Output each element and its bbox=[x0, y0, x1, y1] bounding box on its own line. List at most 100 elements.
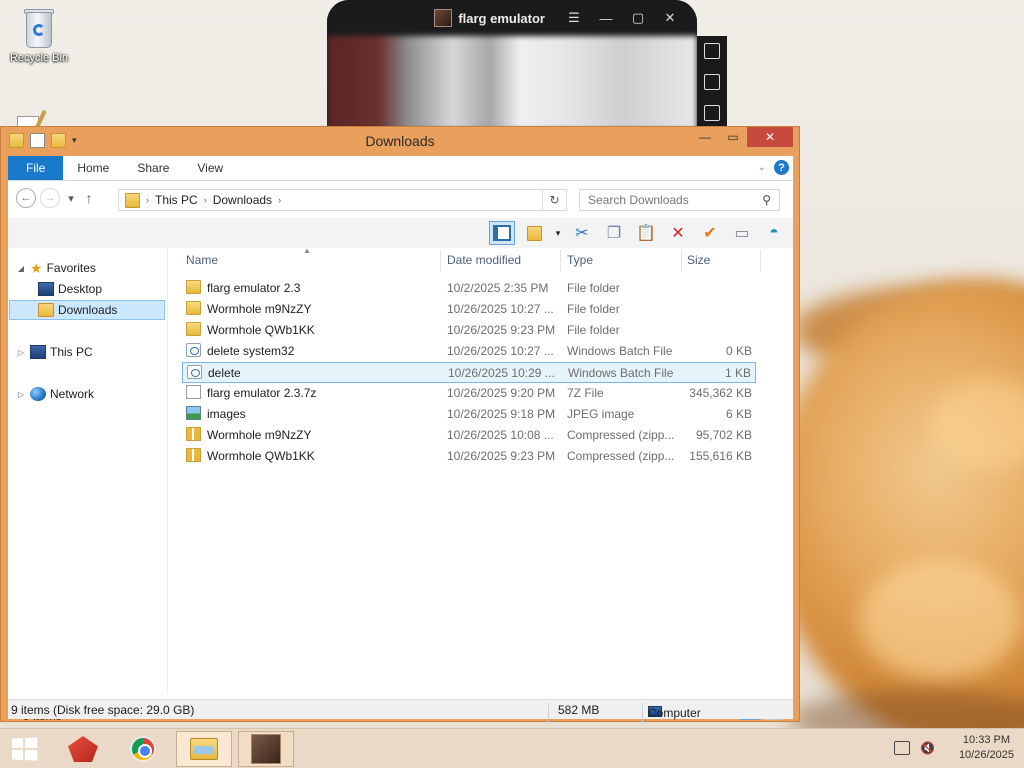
taskbar: 🔇 10:33 PM 10/26/2025 bbox=[0, 728, 1024, 768]
taskbar-app-red[interactable] bbox=[56, 731, 110, 767]
chrome-icon bbox=[130, 736, 156, 762]
image-file-icon bbox=[186, 406, 201, 420]
file-size: 1 KB bbox=[724, 366, 751, 380]
file-date: 10/26/2025 9:20 PM bbox=[447, 386, 556, 400]
file-date: 10/26/2025 9:23 PM bbox=[447, 449, 556, 463]
address-bar[interactable]: › This PC › Downloads › ↻ bbox=[118, 189, 567, 211]
emulator-window[interactable]: flarg emulator ☰ — ▢ ✕ bbox=[327, 0, 697, 130]
column-name[interactable]: Name bbox=[186, 253, 218, 267]
refresh-icon[interactable]: ↻ bbox=[542, 190, 566, 210]
apk-install-icon[interactable] bbox=[704, 104, 720, 121]
tab-home[interactable]: Home bbox=[63, 156, 123, 180]
collapse-arrow-icon[interactable]: ◢ bbox=[16, 264, 26, 273]
back-button[interactable]: ← bbox=[16, 188, 36, 208]
desktop-icon-label: Recycle Bin bbox=[9, 52, 69, 64]
file-explorer-window[interactable]: ▾ Downloads — ▭ ✕ File Home Share View ⌄… bbox=[0, 126, 800, 723]
file-row[interactable]: flarg emulator 2.3.7z 10/26/2025 9:20 PM 7… bbox=[182, 383, 756, 404]
column-size[interactable]: Size bbox=[687, 253, 710, 267]
clock[interactable]: 10:33 PM 10/26/2025 bbox=[959, 733, 1014, 763]
preview-pane-button[interactable] bbox=[489, 221, 515, 245]
file-row[interactable]: images 10/26/2025 9:18 PM JPEG image 6 KB bbox=[182, 404, 756, 425]
delete-icon[interactable]: ✕ bbox=[665, 221, 691, 245]
breadcrumb-downloads[interactable]: Downloads bbox=[213, 193, 272, 207]
open-folder-button[interactable] bbox=[521, 221, 547, 245]
column-divider[interactable] bbox=[681, 250, 682, 272]
taskbar-app-flarg-emulator[interactable] bbox=[238, 731, 294, 767]
column-divider[interactable] bbox=[560, 250, 561, 272]
file-row[interactable]: flarg emulator 2.3 10/2/2025 2:35 PM File … bbox=[182, 278, 756, 299]
file-list: ▲ Name Date modified Type Size flarg emu… bbox=[176, 246, 793, 694]
file-row[interactable]: Wormhole m9NzZY 10/26/2025 10:08 ... Compr… bbox=[182, 425, 756, 446]
explorer-titlebar[interactable]: ▾ Downloads — ▭ ✕ bbox=[1, 127, 799, 156]
file-date: 10/2/2025 2:35 PM bbox=[447, 281, 549, 295]
network-status-icon[interactable] bbox=[893, 741, 910, 755]
downloads-icon bbox=[38, 303, 54, 317]
menu-icon[interactable]: ☰ bbox=[565, 10, 583, 26]
blank-file-icon bbox=[186, 385, 201, 399]
up-button[interactable]: ↑ bbox=[82, 190, 96, 206]
maximize-button[interactable]: ▭ bbox=[719, 127, 747, 147]
breadcrumb-separator-icon[interactable]: › bbox=[278, 195, 281, 205]
taskbar-app-file-explorer[interactable] bbox=[176, 731, 232, 767]
maximize-icon[interactable]: ▢ bbox=[629, 10, 647, 26]
check-icon[interactable]: ✔ bbox=[697, 221, 723, 245]
forward-button[interactable]: → bbox=[40, 188, 60, 208]
search-input[interactable]: Search Downloads ⚲ bbox=[579, 189, 780, 211]
window-title: Downloads bbox=[365, 133, 435, 149]
volume-muted-icon[interactable]: 🔇 bbox=[920, 741, 935, 755]
file-row[interactable]: delete 10/26/2025 10:29 ... Windows Batch … bbox=[182, 362, 756, 383]
breadcrumb-separator-icon[interactable]: › bbox=[204, 195, 207, 205]
close-button[interactable]: ✕ bbox=[747, 127, 793, 147]
desktop-icon-recycle-bin[interactable]: Recycle Bin bbox=[3, 6, 75, 64]
status-location-label: Computer bbox=[648, 706, 701, 720]
file-date: 10/26/2025 10:27 ... bbox=[447, 302, 554, 316]
tab-share[interactable]: Share bbox=[123, 156, 183, 180]
file-type: File folder bbox=[567, 281, 620, 295]
column-divider[interactable] bbox=[760, 250, 761, 272]
recent-locations-icon[interactable]: ▾ bbox=[64, 192, 78, 205]
file-row[interactable]: Wormhole QWb1KK 10/26/2025 9:23 PM File fo… bbox=[182, 320, 756, 341]
close-icon[interactable]: ✕ bbox=[661, 10, 679, 26]
minimize-button[interactable]: — bbox=[691, 127, 719, 147]
fullscreen-icon[interactable] bbox=[704, 43, 720, 60]
file-name: Wormhole m9NzZY bbox=[207, 428, 312, 442]
breadcrumb-this-pc[interactable]: This PC bbox=[155, 193, 198, 207]
tab-file[interactable]: File bbox=[8, 156, 64, 180]
folder-icon bbox=[186, 322, 201, 336]
expand-arrow-icon[interactable]: ▷ bbox=[16, 390, 26, 399]
expand-ribbon-icon[interactable]: ⌄ bbox=[758, 162, 766, 173]
copy-icon[interactable]: ❐ bbox=[601, 221, 627, 245]
file-row[interactable]: Wormhole QWb1KK 10/26/2025 9:23 PM Compres… bbox=[182, 446, 756, 467]
emulator-titlebar[interactable]: flarg emulator ☰ — ▢ ✕ bbox=[327, 0, 697, 36]
expand-arrow-icon[interactable]: ▷ bbox=[16, 348, 26, 357]
start-button[interactable] bbox=[0, 731, 48, 767]
search-icon[interactable]: ⚲ bbox=[762, 193, 771, 207]
minimize-icon[interactable]: — bbox=[597, 11, 615, 26]
column-divider[interactable] bbox=[440, 250, 441, 272]
breadcrumb-separator-icon[interactable]: › bbox=[146, 195, 149, 205]
nav-this-pc[interactable]: ▷ This PC bbox=[16, 342, 93, 362]
nav-favorites[interactable]: ◢ ★ Favorites bbox=[16, 258, 96, 278]
cut-icon[interactable]: ✂ bbox=[569, 221, 595, 245]
file-size: 155,616 KB bbox=[689, 449, 752, 463]
nav-downloads[interactable]: Downloads bbox=[9, 300, 165, 320]
nav-desktop[interactable]: Desktop bbox=[38, 279, 102, 299]
file-row[interactable]: Wormhole m9NzZY 10/26/2025 10:27 ... File … bbox=[182, 299, 756, 320]
paste-icon[interactable]: 📋 bbox=[633, 221, 659, 245]
zip-folder-icon bbox=[186, 427, 201, 441]
column-date-modified[interactable]: Date modified bbox=[447, 253, 521, 267]
help-icon[interactable]: ? bbox=[774, 160, 789, 175]
nav-network[interactable]: ▷ Network bbox=[16, 384, 94, 404]
dropdown-icon[interactable]: ▾ bbox=[553, 221, 563, 245]
shell-icon[interactable]: ◓ bbox=[761, 221, 787, 245]
downloads-folder-icon bbox=[125, 192, 140, 208]
file-row[interactable]: delete system32 10/26/2025 10:27 ... Windo… bbox=[182, 341, 756, 362]
tab-view[interactable]: View bbox=[183, 156, 237, 180]
clock-time: 10:33 PM bbox=[962, 734, 1011, 746]
keyboard-icon[interactable] bbox=[704, 73, 720, 90]
column-type[interactable]: Type bbox=[567, 253, 593, 267]
emulator-screen[interactable] bbox=[327, 36, 697, 130]
nav-label: Desktop bbox=[58, 282, 103, 296]
taskbar-app-chrome[interactable] bbox=[116, 731, 170, 767]
rename-icon[interactable]: ▭ bbox=[729, 221, 755, 245]
